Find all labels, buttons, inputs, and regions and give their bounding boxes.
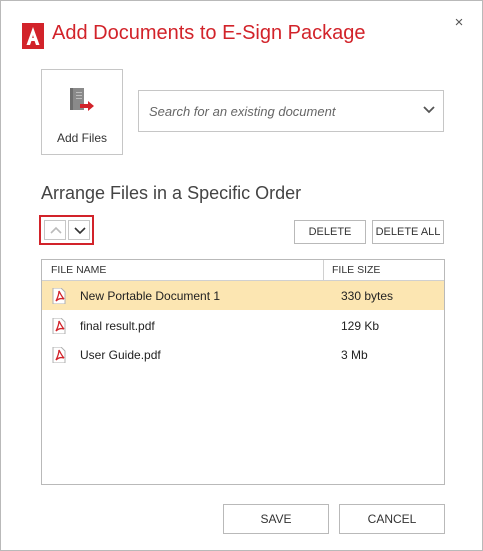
add-files-button[interactable]: Add Files xyxy=(41,69,123,155)
file-row[interactable]: final result.pdf 129 Kb xyxy=(42,311,444,340)
file-list-header: FILE NAME FILE SIZE xyxy=(42,260,444,281)
save-button[interactable]: SAVE xyxy=(223,504,329,534)
pdf-icon xyxy=(52,318,66,334)
reorder-controls xyxy=(39,215,94,245)
acrobat-logo-icon xyxy=(22,23,44,49)
delete-all-button[interactable]: DELETE ALL xyxy=(372,220,444,244)
chevron-down-icon[interactable] xyxy=(423,105,435,115)
column-header-file-name[interactable]: FILE NAME xyxy=(51,264,106,276)
add-file-icon xyxy=(70,88,94,111)
column-header-file-size[interactable]: FILE SIZE xyxy=(332,264,380,276)
chevron-down-icon xyxy=(74,227,86,235)
file-name: final result.pdf xyxy=(80,319,155,333)
move-up-button[interactable] xyxy=(44,220,66,240)
dialog: Add Documents to E-Sign Package × Add Fi… xyxy=(0,0,483,551)
arrange-section-title: Arrange Files in a Specific Order xyxy=(41,183,302,203)
file-name: New Portable Document 1 xyxy=(80,289,221,303)
cancel-button[interactable]: CANCEL xyxy=(339,504,445,534)
file-size: 3 Mb xyxy=(341,348,368,362)
close-icon[interactable]: × xyxy=(452,15,466,31)
pdf-icon xyxy=(52,288,66,304)
file-row[interactable]: New Portable Document 1 330 bytes xyxy=(42,281,444,310)
add-files-label: Add Files xyxy=(56,131,108,145)
dialog-title: Add Documents to E-Sign Package xyxy=(52,22,366,44)
file-size: 129 Kb xyxy=(341,319,380,333)
pdf-icon xyxy=(52,347,66,363)
delete-button[interactable]: DELETE xyxy=(294,220,366,244)
file-list: FILE NAME FILE SIZE New Portable Documen… xyxy=(41,259,445,485)
document-search-dropdown[interactable]: Search for an existing document xyxy=(138,90,444,132)
file-size: 330 bytes xyxy=(341,289,394,303)
file-row[interactable]: User Guide.pdf 3 Mb xyxy=(42,340,444,369)
chevron-up-icon xyxy=(50,226,62,234)
search-placeholder: Search for an existing document xyxy=(149,104,336,119)
file-name: User Guide.pdf xyxy=(80,348,161,362)
column-divider[interactable] xyxy=(323,260,324,280)
move-down-button[interactable] xyxy=(68,220,90,240)
